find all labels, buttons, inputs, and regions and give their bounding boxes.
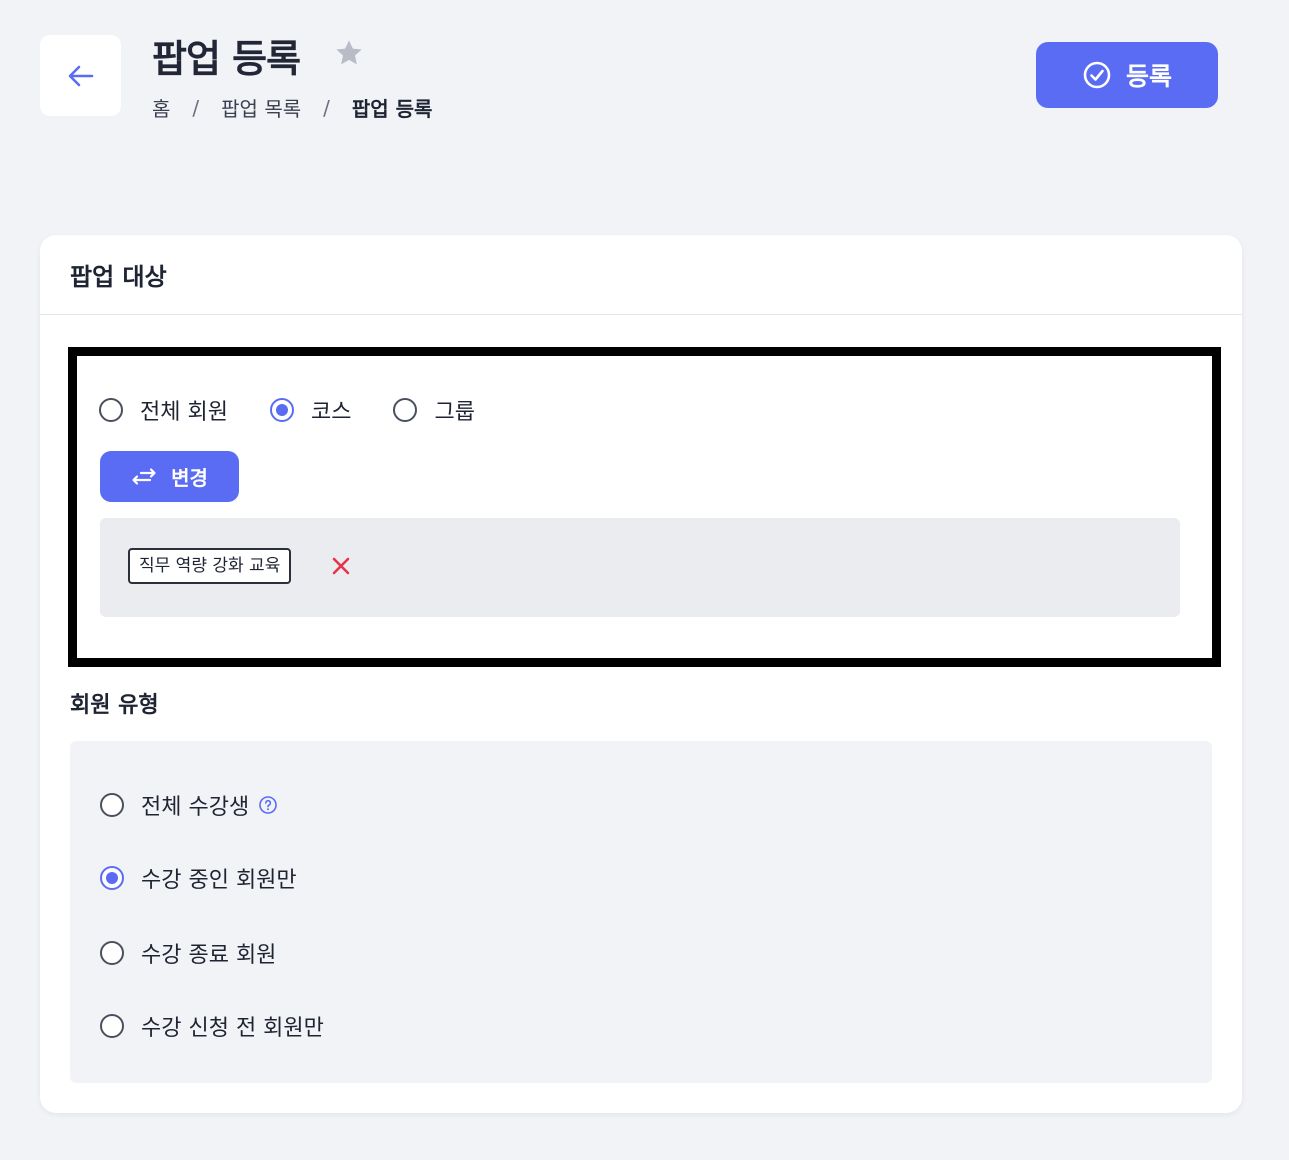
check-circle-icon — [1083, 61, 1111, 89]
radio-option-group[interactable]: 그룹 — [393, 394, 475, 426]
radio-label: 전체 수강생 — [141, 795, 250, 820]
member-type-options: 전체 수강생 수강 중인 회원만 수강 종료 회원 수강 신청 전 회원만 — [70, 741, 1212, 1083]
back-button[interactable] — [40, 35, 121, 116]
radio-option-all-members[interactable]: 전체 회원 — [99, 394, 228, 426]
selected-items-area: 직무 역량 강화 교육 — [100, 518, 1180, 617]
star-icon[interactable] — [333, 37, 365, 69]
breadcrumb: 홈 / 팝업 목록 / 팝업 등록 — [152, 93, 432, 122]
change-button-label: 변경 — [171, 466, 208, 490]
target-radio-group: 전체 회원 코스 그룹 — [99, 394, 517, 426]
register-button-label: 등록 — [1125, 62, 1172, 91]
radio-label: 수강 종료 회원 — [141, 943, 277, 968]
section-title: 팝업 대상 — [40, 235, 1242, 315]
radio-label: 그룹 — [434, 400, 475, 425]
radio-button-checked[interactable] — [100, 866, 124, 890]
member-type-title: 회원 유형 — [70, 693, 159, 718]
radio-button[interactable] — [100, 941, 124, 965]
selected-course-tag: 직무 역량 강화 교육 — [128, 548, 292, 584]
radio-button[interactable] — [100, 1014, 124, 1038]
radio-option-enrolled-members[interactable]: 수강 중인 회원만 — [100, 862, 297, 894]
target-selection-box: 전체 회원 코스 그룹 변경 직무 역량 강화 교육 — [68, 347, 1221, 667]
radio-option-course[interactable]: 코스 — [269, 394, 352, 426]
help-icon[interactable] — [258, 795, 278, 815]
radio-button[interactable] — [100, 793, 124, 817]
radio-label: 전체 회원 — [140, 400, 228, 425]
popup-target-card: 팝업 대상 전체 회원 코스 그룹 변경 직무 역량 강화 교육 회원 유형 전… — [40, 235, 1242, 1113]
radio-option-pre-enrollment-members[interactable]: 수강 신청 전 회원만 — [100, 1010, 324, 1042]
radio-button[interactable] — [393, 398, 418, 422]
register-button[interactable]: 등록 — [1036, 42, 1218, 108]
radio-label: 수강 신청 전 회원만 — [141, 1016, 324, 1041]
breadcrumb-popup-list[interactable]: 팝업 목록 — [221, 93, 301, 122]
close-icon[interactable] — [331, 556, 351, 576]
arrow-left-icon — [68, 65, 93, 86]
swap-arrows-icon — [132, 467, 156, 485]
radio-label: 코스 — [310, 400, 352, 425]
radio-option-all-students[interactable]: 전체 수강생 — [100, 789, 278, 821]
page-title: 팝업 등록 — [152, 37, 301, 81]
breadcrumb-separator: / — [192, 95, 200, 120]
breadcrumb-separator: / — [323, 95, 330, 120]
radio-button-checked[interactable] — [269, 398, 294, 422]
radio-option-completed-members[interactable]: 수강 종료 회원 — [100, 937, 276, 969]
change-button[interactable]: 변경 — [100, 451, 239, 502]
radio-label: 수강 중인 회원만 — [141, 868, 297, 893]
breadcrumb-current: 팝업 등록 — [351, 97, 433, 121]
breadcrumb-home[interactable]: 홈 — [152, 93, 170, 122]
radio-button[interactable] — [99, 398, 123, 422]
